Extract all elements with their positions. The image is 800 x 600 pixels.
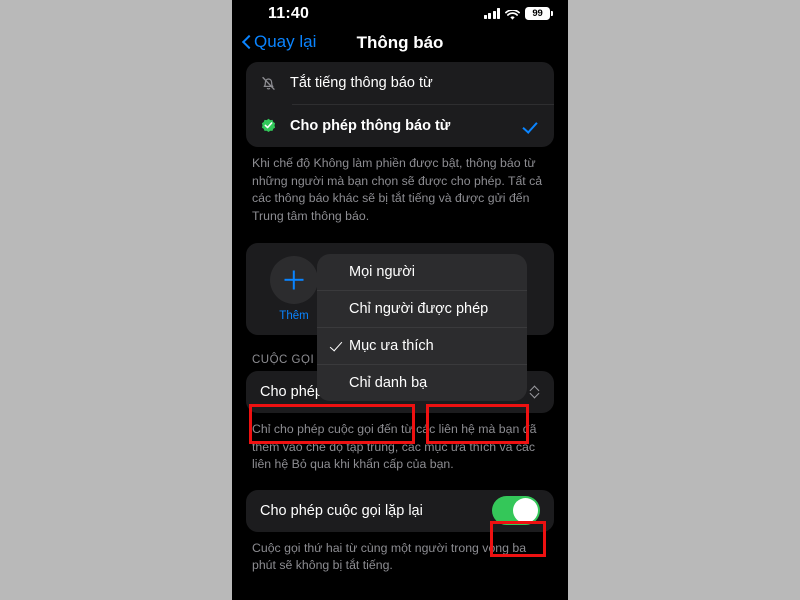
add-person-label: Thêm [279, 310, 309, 322]
green-check-badge-icon [260, 118, 290, 135]
dropdown-check-icon [331, 265, 347, 279]
dropdown-option-allowed-people[interactable]: Chỉ người được phép [317, 291, 527, 327]
dropdown-option-label: Chỉ người được phép [349, 301, 489, 317]
toggle-knob [513, 498, 538, 523]
battery-level: 99 [532, 8, 543, 19]
calls-from-dropdown-menu[interactable]: Mọi người Chỉ người được phép Mục ưa thí… [317, 254, 527, 401]
dropdown-option-favorites[interactable]: Mục ưa thích [317, 328, 527, 364]
row-label-mute: Tắt tiếng thông báo từ [290, 75, 433, 91]
navigation-bar: Quay lại Thông báo [232, 32, 568, 62]
repeat-calls-toggle[interactable] [492, 496, 540, 525]
row-mute-notifications[interactable]: Tắt tiếng thông báo từ [246, 62, 554, 104]
up-down-chevron-icon [530, 384, 540, 400]
repeat-calls-card: Cho phép cuộc gọi lặp lại [246, 489, 554, 532]
dropdown-check-icon [331, 339, 347, 353]
status-bar: 11:40 99 [232, 0, 568, 30]
row-label-allow: Cho phép thông báo từ [290, 118, 451, 134]
repeat-calls-label: Cho phép cuộc gọi lặp lại [260, 502, 423, 519]
selected-checkmark-icon [525, 119, 540, 134]
dropdown-check-icon [331, 376, 347, 390]
notification-options-card: Tắt tiếng thông báo từ Cho phép thông bá… [246, 62, 554, 147]
battery-icon: 99 [525, 7, 553, 20]
notification-footnote: Khi chế độ Không làm phiền được bật, thô… [252, 156, 543, 223]
status-time: 11:40 [268, 5, 310, 22]
calls-footnote: Chỉ cho phép cuộc gọi đến từ các liên hệ… [252, 422, 537, 471]
dropdown-option-contacts-only[interactable]: Chỉ danh bạ [317, 365, 527, 401]
screenshot-stage: 11:40 99 Quay lại Thông báo Tắt tiếng th… [0, 0, 800, 600]
repeat-calls-footnote: Cuộc gọi thứ hai từ cùng một người trong… [252, 540, 527, 573]
dropdown-option-label: Chỉ danh bạ [349, 375, 428, 391]
cellular-signal-icon [483, 8, 500, 19]
row-repeat-calls[interactable]: Cho phép cuộc gọi lặp lại [246, 490, 554, 532]
dropdown-option-label: Mục ưa thích [349, 338, 434, 354]
status-indicators: 99 [483, 7, 553, 20]
dropdown-option-everyone[interactable]: Mọi người [317, 254, 527, 290]
plus-icon [270, 256, 318, 304]
phone-screen: 11:40 99 Quay lại Thông báo Tắt tiếng th… [232, 0, 568, 600]
wifi-icon [505, 8, 520, 20]
dropdown-option-label: Mọi người [349, 264, 415, 280]
row-allow-notifications[interactable]: Cho phép thông báo từ [246, 105, 554, 147]
page-title: Thông báo [356, 33, 444, 52]
dropdown-check-icon [331, 302, 347, 316]
bell-slash-icon [260, 75, 290, 92]
